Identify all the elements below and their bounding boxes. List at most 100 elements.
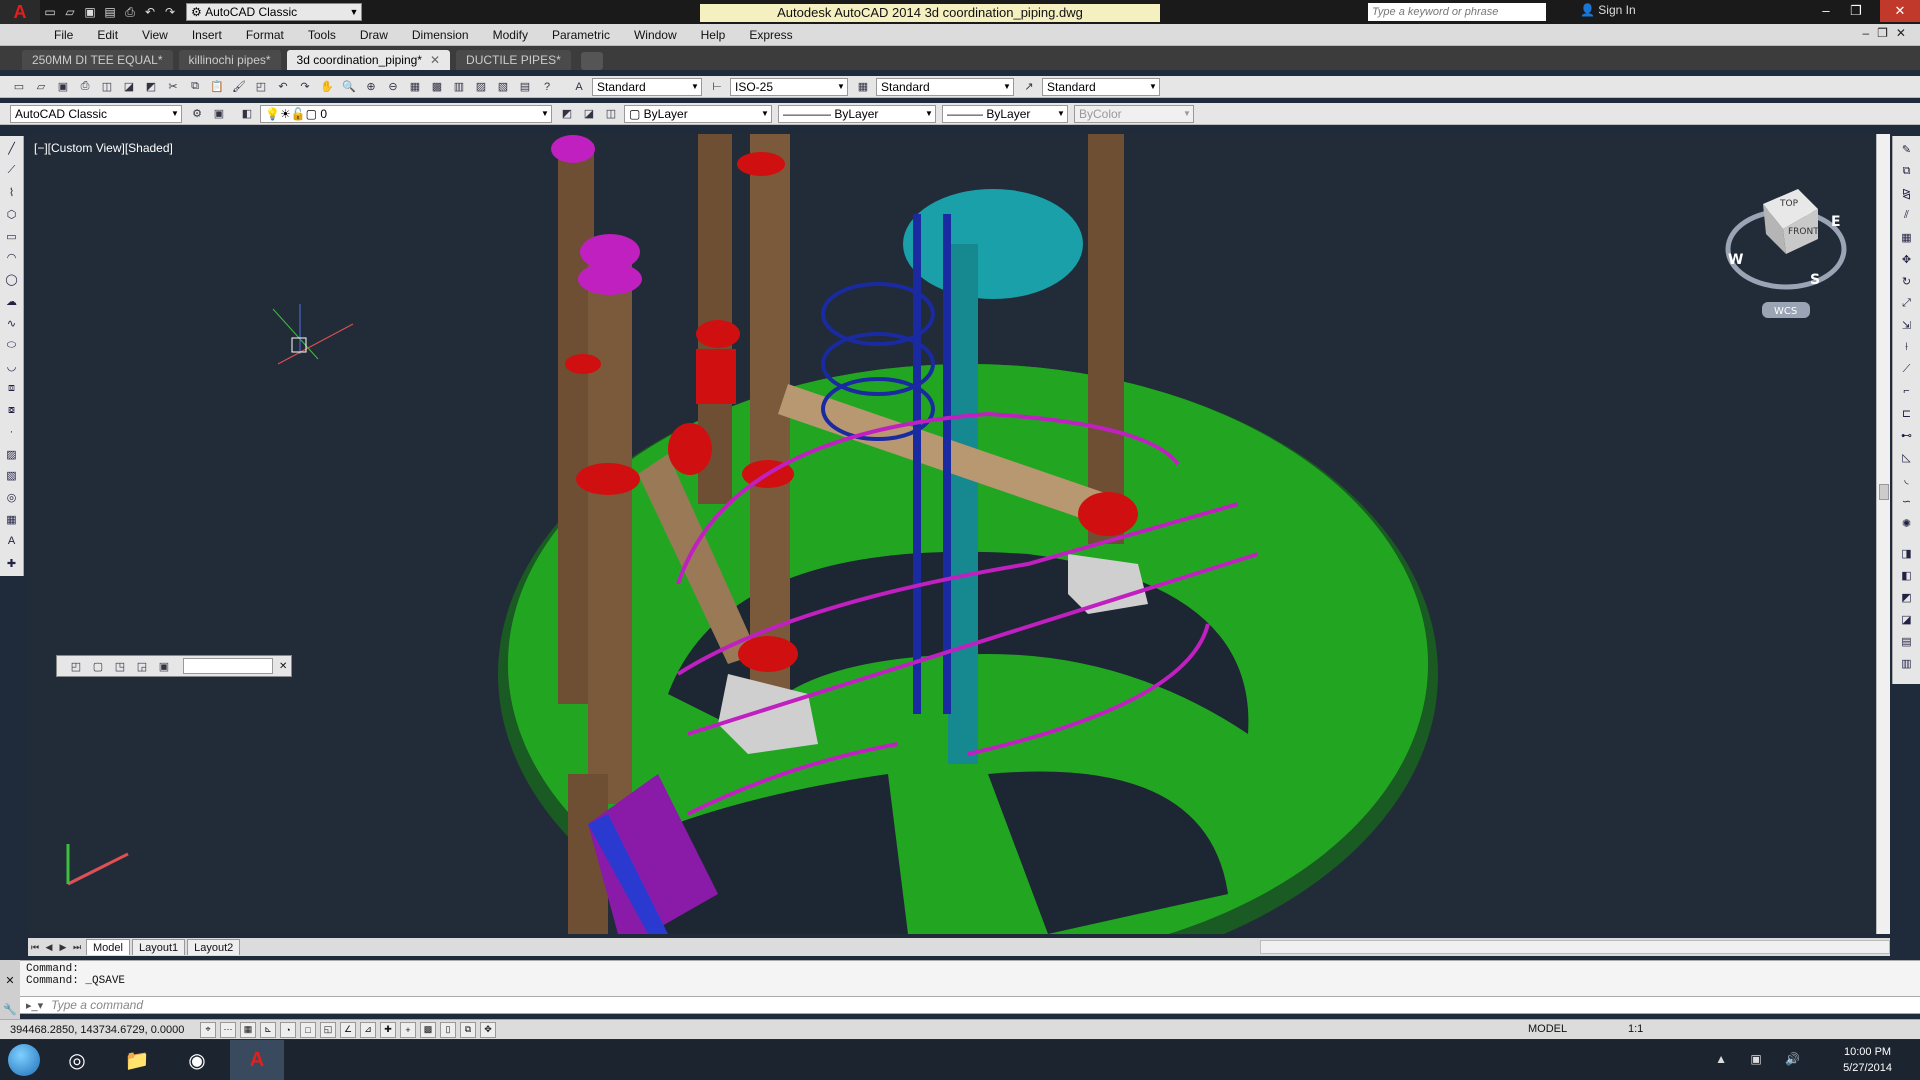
annotation-monitor-icon[interactable]: ✥ xyxy=(480,1021,496,1038)
otrack-icon[interactable]: ∠ xyxy=(340,1021,356,1038)
array-icon[interactable]: ▦ xyxy=(1898,228,1916,246)
open-icon[interactable]: ▱ xyxy=(32,78,50,96)
mirror-icon[interactable]: ⧎ xyxy=(1898,184,1916,202)
print-icon[interactable]: ⎙ xyxy=(120,3,140,21)
color-select[interactable]: ▢ ByLayer ▼ xyxy=(624,104,772,123)
coordinate-readout[interactable]: 394468.2850, 143734.6729, 0.0000 xyxy=(10,1024,200,1036)
point-icon[interactable]: · xyxy=(3,423,21,441)
fillet-icon[interactable]: ◟ xyxy=(1898,470,1916,488)
draw-order-back-icon[interactable]: ◧ xyxy=(1898,566,1916,584)
arc-icon[interactable]: ◠ xyxy=(3,249,21,267)
calculator-icon[interactable]: ▤ xyxy=(516,78,534,96)
search-input[interactable]: Type a keyword or phrase xyxy=(1368,3,1546,21)
menu-view[interactable]: View xyxy=(142,28,168,42)
ducs-icon[interactable]: ⊿ xyxy=(360,1021,376,1038)
command-input[interactable]: Type a command xyxy=(51,998,143,1012)
table-style-select[interactable]: Standard ▼ xyxy=(876,77,1014,96)
polyline-icon[interactable]: ⌇ xyxy=(3,184,21,202)
rotate-icon[interactable]: ↻ xyxy=(1898,272,1916,290)
customize-icon[interactable]: ▣ xyxy=(210,105,228,123)
chamfer-icon[interactable]: ◺ xyxy=(1898,448,1916,466)
menu-draw[interactable]: Draw xyxy=(360,28,388,42)
multiline-text-icon[interactable]: A xyxy=(3,532,21,550)
text-style-select[interactable]: Standard ▼ xyxy=(592,77,702,96)
close-tab-icon[interactable]: ✕ xyxy=(430,53,440,67)
tab-model[interactable]: Model xyxy=(86,939,130,955)
erase-icon[interactable]: ✎ xyxy=(1898,140,1916,158)
polar-icon[interactable]: ◔ xyxy=(280,1021,296,1038)
tool-palettes-icon[interactable]: ▥ xyxy=(450,78,468,96)
close-button[interactable]: ✕ xyxy=(1880,0,1920,22)
grid-icon[interactable]: ▦ xyxy=(240,1021,256,1038)
menu-format[interactable]: Format xyxy=(246,28,284,42)
send-under-icon[interactable]: ◪ xyxy=(1898,610,1916,628)
sheet-set-icon[interactable]: ▨ xyxy=(472,78,490,96)
new-file-icon[interactable]: ▭ xyxy=(40,3,60,21)
snap-mode-icon[interactable]: ⋯ xyxy=(220,1021,236,1038)
3d-print-icon[interactable]: ◩ xyxy=(142,78,160,96)
table-style-icon[interactable]: ▦ xyxy=(854,78,872,96)
ellipse-icon[interactable]: ⬭ xyxy=(3,336,21,354)
scale-icon[interactable]: ⤢ xyxy=(1898,294,1916,312)
layer-properties-icon[interactable]: ◧ xyxy=(238,105,256,123)
menu-modify[interactable]: Modify xyxy=(493,28,528,42)
gradient-icon[interactable]: ▧ xyxy=(3,467,21,485)
annotation-scale[interactable]: 1:1 xyxy=(1628,1023,1643,1035)
save-icon[interactable]: ▣ xyxy=(54,78,72,96)
dim-style-select[interactable]: ISO-25 ▼ xyxy=(730,77,848,96)
insert-block-icon[interactable]: ⧈ xyxy=(3,380,21,398)
revision-cloud-icon[interactable]: ☁ xyxy=(3,293,21,311)
floating-toolbar[interactable]: ◰ ▢ ◳ ◲ ▣ ✕ xyxy=(56,655,292,677)
sign-in-button[interactable]: 👤 Sign In xyxy=(1580,3,1636,17)
line-icon[interactable]: ╱ xyxy=(3,140,21,158)
command-line[interactable]: ▸_▾ Type a command xyxy=(20,996,1920,1014)
system-tray[interactable]: ▲ ▣ 🔊 xyxy=(1715,1052,1810,1066)
previous-layout-icon[interactable]: ◀ xyxy=(42,942,56,953)
menu-file[interactable]: File xyxy=(54,28,73,42)
document-window-controls[interactable]: –❐✕ xyxy=(1863,26,1915,40)
menu-window[interactable]: Window xyxy=(634,28,677,42)
tab-250mm-di-tee[interactable]: 250MM DI TEE EQUAL* xyxy=(22,50,173,70)
menu-edit[interactable]: Edit xyxy=(97,28,118,42)
chrome-icon[interactable]: ◉ xyxy=(170,1040,224,1080)
tab-killinochi-pipes[interactable]: killinochi pipes* xyxy=(178,50,281,70)
menu-tools[interactable]: Tools xyxy=(308,28,336,42)
mleader-style-icon[interactable]: ↗ xyxy=(1020,78,1038,96)
table-icon[interactable]: ▦ xyxy=(3,511,21,529)
save-icon[interactable]: ▣ xyxy=(80,3,100,21)
redo-icon[interactable]: ↷ xyxy=(296,78,314,96)
tab-layout2[interactable]: Layout2 xyxy=(187,939,241,955)
undo-icon[interactable]: ↶ xyxy=(274,78,292,96)
break-at-point-icon[interactable]: ⌐ xyxy=(1898,382,1916,400)
menu-parametric[interactable]: Parametric xyxy=(552,28,610,42)
menu-insert[interactable]: Insert xyxy=(192,28,222,42)
next-layout-icon[interactable]: ▶ xyxy=(56,942,70,953)
layer-previous-icon[interactable]: ◪ xyxy=(580,105,598,123)
offset-icon[interactable]: ⫽ xyxy=(1898,206,1916,224)
preview-icon[interactable]: ◫ xyxy=(98,78,116,96)
rectangle-icon[interactable]: ▭ xyxy=(3,227,21,245)
command-prompt-icon[interactable]: ▸_▾ xyxy=(26,999,43,1012)
system-clock[interactable]: 10:00 PM 5/27/2014 xyxy=(1843,1044,1892,1076)
make-block-icon[interactable]: ⧇ xyxy=(3,402,21,420)
vertical-scrollbar[interactable] xyxy=(1876,134,1890,934)
paste-icon[interactable]: 📋 xyxy=(208,78,226,96)
autocad-logo-icon[interactable]: A xyxy=(0,0,40,24)
ellipse-arc-icon[interactable]: ◡ xyxy=(3,358,21,376)
trim-icon[interactable]: ⟊ xyxy=(1898,338,1916,356)
bring-above-icon[interactable]: ◩ xyxy=(1898,588,1916,606)
zoom-window-icon[interactable]: ⊕ xyxy=(362,78,380,96)
help-icon[interactable]: ? xyxy=(538,78,556,96)
last-layout-icon[interactable]: ⏭ xyxy=(70,942,84,953)
open-file-icon[interactable]: ▱ xyxy=(60,3,80,21)
hatch-back-icon[interactable]: ▥ xyxy=(1898,654,1916,672)
quick-properties-icon[interactable]: ▯ xyxy=(440,1021,456,1038)
task-view-icon[interactable]: ◎ xyxy=(50,1040,104,1080)
viewport-scale-select[interactable] xyxy=(183,658,273,674)
lineweight-icon[interactable]: + xyxy=(400,1021,416,1038)
text-style-icon[interactable]: A xyxy=(570,78,588,96)
dynamic-input-icon[interactable]: ✚ xyxy=(380,1021,396,1038)
object-snap-icon[interactable]: □ xyxy=(300,1021,316,1038)
menu-help[interactable]: Help xyxy=(701,28,726,42)
menu-dimension[interactable]: Dimension xyxy=(412,28,469,42)
